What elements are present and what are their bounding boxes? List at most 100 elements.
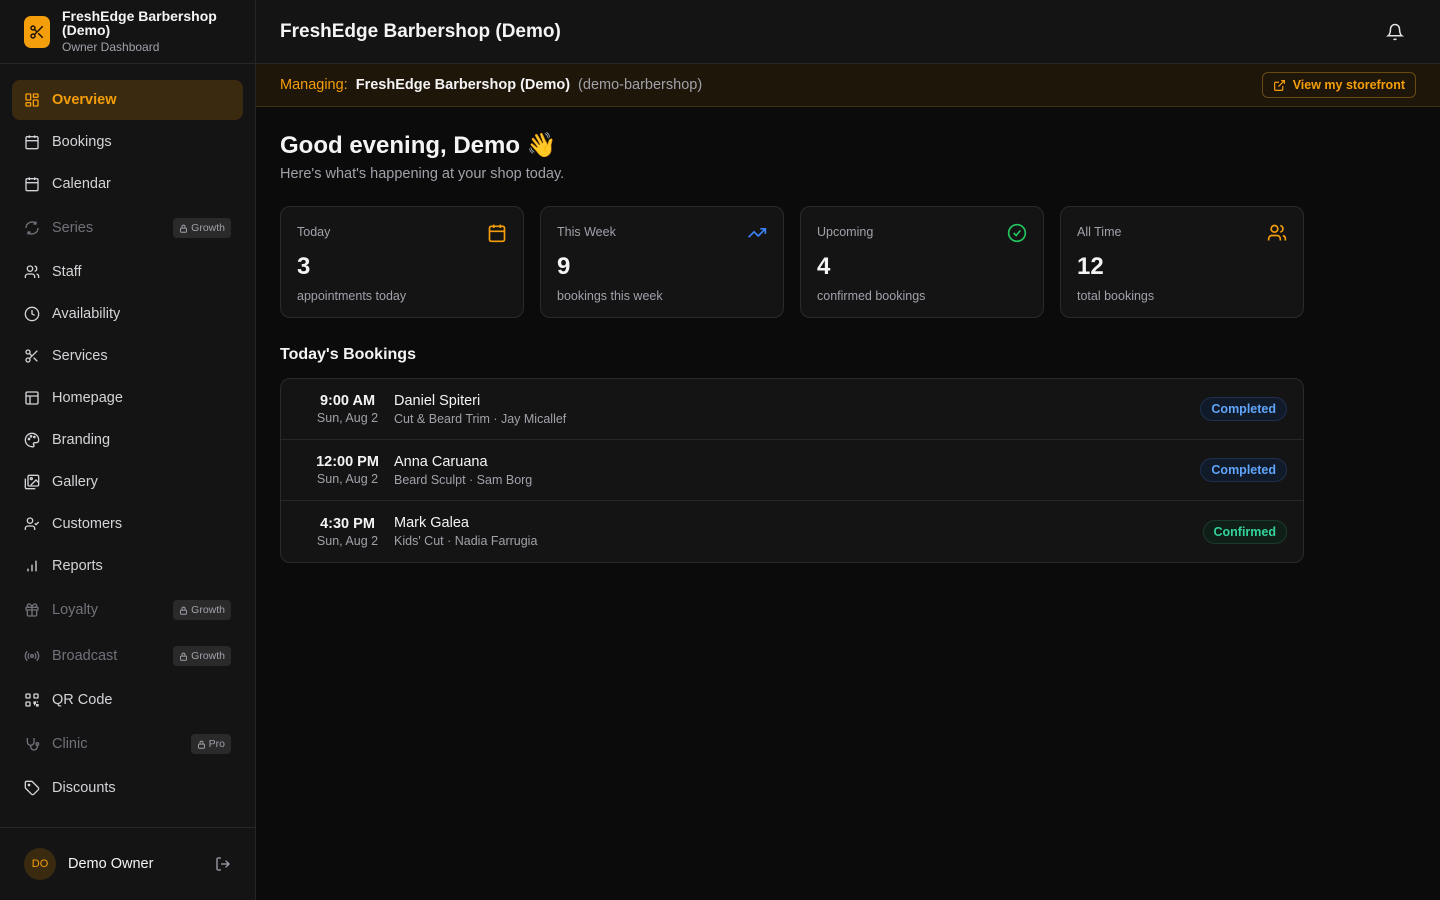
booking-customer: Mark Galea — [394, 515, 469, 531]
lock-icon — [180, 652, 188, 661]
managing-label: Managing: — [280, 77, 348, 93]
stat-card-all-time: All Time 12 total bookings — [1060, 206, 1304, 318]
plan-badge-label: Growth — [191, 604, 225, 616]
sidebar-item-label: QR Code — [52, 692, 113, 708]
sidebar-item-staff[interactable]: Staff — [12, 252, 243, 292]
sidebar-item-broadcast[interactable]: Broadcast Growth — [12, 634, 243, 678]
stat-desc: total bookings — [1077, 289, 1155, 303]
sidebar-item-calendar[interactable]: Calendar — [12, 164, 243, 204]
scissors-icon — [24, 348, 40, 364]
booking-date: Sun, Aug 2 — [316, 472, 379, 486]
status-badge: Confirmed — [1202, 519, 1287, 544]
stat-label: All Time — [1077, 225, 1122, 239]
repeat-icon — [24, 220, 40, 236]
brand: FreshEdge Barbershop (Demo) Owner Dashbo… — [0, 0, 255, 64]
stat-card-this-week: This Week 9 bookings this week — [540, 206, 784, 318]
sidebar-item-reports[interactable]: Reports — [12, 546, 243, 586]
stat-label: Today — [297, 225, 331, 239]
user-footer: DO Demo Owner — [0, 827, 255, 900]
bell-icon[interactable] — [1386, 23, 1404, 41]
sidebar-item-label: Reports — [52, 558, 103, 574]
external-link-icon — [1273, 79, 1285, 91]
booking-row[interactable]: 4:30 PM Sun, Aug 2 Mark Galea Kids' Cut … — [281, 501, 1303, 562]
sidebar-item-label: Staff — [52, 264, 82, 280]
sidebar-item-label: Gallery — [52, 474, 98, 490]
clock-icon — [24, 306, 40, 322]
status-badge: Completed — [1200, 397, 1287, 421]
stat-value: 12 — [1077, 253, 1104, 280]
booking-customer: Anna Caruana — [394, 453, 488, 470]
sidebar-item-label: Customers — [52, 516, 123, 532]
booking-time: 4:30 PM — [320, 515, 375, 532]
grid-icon — [24, 92, 40, 108]
sidebar-item-clinic[interactable]: Clinic Pro — [12, 722, 243, 766]
stat-value: 4 — [817, 253, 831, 280]
sidebar-item-services[interactable]: Services — [12, 336, 243, 376]
stat-desc: appointments today — [297, 289, 407, 303]
sidebar-item-label: Series — [52, 220, 94, 236]
view-storefront-label: View my storefront — [1292, 78, 1405, 92]
tag-icon — [24, 780, 40, 796]
sidebar-item-availability[interactable]: Availability — [12, 294, 243, 334]
greeting-title: Good evening, Demo 👋 — [280, 132, 557, 159]
booking-date: Sun, Aug 2 — [316, 533, 379, 548]
sidebar-item-homepage[interactable]: Homepage — [12, 378, 243, 418]
sidebar-item-label: Discounts — [52, 780, 116, 796]
stat-desc: confirmed bookings — [817, 289, 926, 303]
stat-card-today: Today 3 appointments today — [280, 206, 524, 318]
sidebar-item-label: Clinic — [52, 736, 88, 752]
sidebar-item-loyalty[interactable]: Loyalty Growth — [12, 588, 243, 632]
sidebar: FreshEdge Barbershop (Demo) Owner Dashbo… — [0, 0, 256, 900]
plan-badge-label: Pro — [208, 738, 225, 750]
sidebar-item-bookings[interactable]: Bookings — [12, 122, 243, 162]
booking-row[interactable]: 12:00 PM Sun, Aug 2 Anna Caruana Beard S… — [281, 440, 1303, 501]
sidebar-item-label: Services — [52, 348, 108, 364]
logout-icon[interactable] — [215, 856, 231, 872]
sidebar-item-customers[interactable]: Customers — [12, 504, 243, 544]
stats-row: Today 3 appointments today This Week 9 b… — [280, 206, 1304, 318]
status-badge: Completed — [1200, 458, 1287, 482]
sidebar-item-branding[interactable]: Branding — [12, 420, 243, 460]
lock-icon — [180, 606, 188, 615]
check-circle-icon — [1007, 223, 1027, 243]
booking-row[interactable]: 9:00 AM Sun, Aug 2 Daniel Spiteri Cut & … — [281, 379, 1303, 440]
avatar: DO — [24, 848, 56, 880]
sidebar-nav: Overview Bookings Calendar Series Growth… — [0, 64, 255, 827]
main-content: Good evening, Demo 👋 Here's what's happe… — [280, 131, 1304, 563]
stat-card-upcoming: Upcoming 4 confirmed bookings — [800, 206, 1044, 318]
sidebar-item-label: Branding — [52, 432, 111, 448]
booking-detail: Cut & Beard Trim · Jay Micallef — [394, 411, 567, 426]
sidebar-item-label: Calendar — [52, 176, 111, 192]
user-check-icon — [24, 516, 40, 532]
bar-chart-icon — [24, 558, 40, 574]
booking-time: 9:00 AM — [319, 393, 376, 409]
plan-badge: Pro — [190, 734, 231, 754]
sidebar-item-qr-code[interactable]: QR Code — [12, 680, 243, 720]
sidebar-item-discounts[interactable]: Discounts — [12, 768, 243, 808]
managing-bar: Managing: FreshEdge Barbershop (Demo) (d… — [256, 64, 1440, 107]
plan-badge-label: Growth — [191, 650, 225, 662]
managing-shop-name: FreshEdge Barbershop (Demo) — [355, 77, 571, 93]
stethoscope-icon — [24, 736, 40, 752]
plan-badge-label: Growth — [191, 222, 225, 234]
booking-detail: Kids' Cut · Nadia Farrugia — [394, 534, 538, 548]
stat-value: 9 — [557, 253, 571, 280]
top-header: FreshEdge Barbershop (Demo) — [256, 0, 1440, 64]
sidebar-item-series[interactable]: Series Growth — [12, 206, 243, 250]
radio-icon — [24, 648, 40, 664]
sidebar-item-gallery[interactable]: Gallery — [12, 462, 243, 502]
plan-badge: Growth — [173, 600, 231, 620]
brand-name: FreshEdge Barbershop (Demo) — [62, 8, 217, 38]
users-icon — [24, 264, 40, 280]
sidebar-item-label: Broadcast — [52, 648, 118, 664]
stat-desc: bookings this week — [557, 289, 663, 303]
gift-icon — [24, 602, 40, 618]
users-icon — [1267, 224, 1287, 241]
greeting-subtitle: Here's what's happening at your shop tod… — [280, 166, 565, 182]
sidebar-item-overview[interactable]: Overview — [12, 80, 243, 120]
sidebar-item-label: Overview — [52, 92, 117, 108]
booking-detail: Beard Sculpt · Sam Borg — [394, 472, 533, 487]
trending-up-icon — [748, 228, 767, 238]
view-storefront-button[interactable]: View my storefront — [1261, 72, 1416, 98]
managing-shop-slug: (demo-barbershop) — [578, 77, 703, 93]
